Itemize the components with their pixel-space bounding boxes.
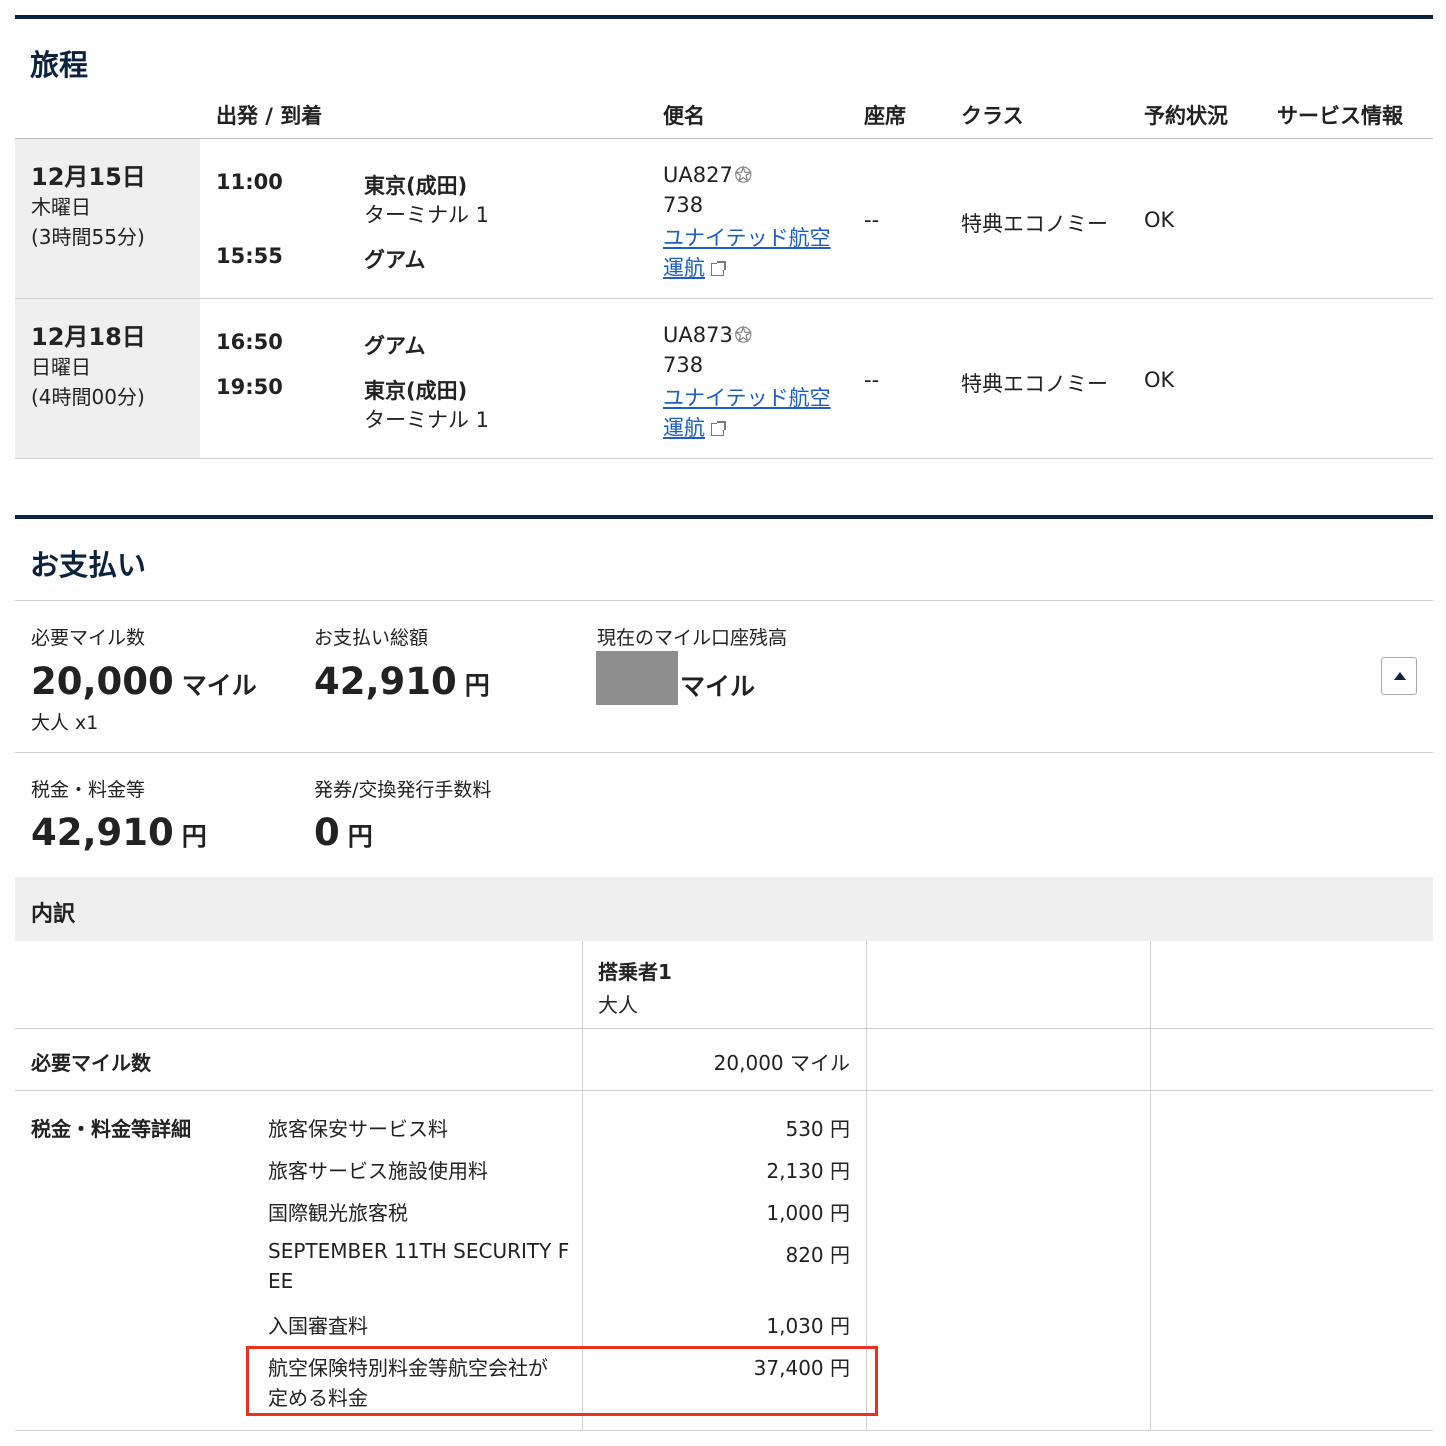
itinerary-title: 旅程 (30, 48, 89, 82)
flight-number-text: UA827 (663, 163, 733, 187)
miles-row-label: 必要マイル数 (31, 1051, 151, 1075)
cabin-class: 特典エコノミー (961, 212, 1108, 236)
star-alliance-icon: ✪ (734, 322, 752, 347)
operator-link-text[interactable]: 運航 (663, 256, 705, 280)
taxes-detail-label: 税金・料金等詳細 (31, 1117, 191, 1141)
total-payment-value: 42,910 円 (314, 660, 490, 703)
star-alliance-icon: ✪ (734, 162, 752, 187)
ticketing-fee-label: 発券/交換発行手数料 (314, 779, 492, 801)
required-miles-unit: マイル (181, 671, 257, 700)
required-miles-label: 必要マイル数 (31, 627, 146, 649)
row-divider (15, 298, 1433, 299)
required-miles-number: 20,000 (31, 660, 174, 703)
arrival-time: 15:55 (216, 244, 283, 268)
breakdown-divider (15, 1028, 1433, 1029)
flight-number: UA873 ✪ (663, 322, 752, 347)
departure-city: グアム (364, 334, 426, 358)
total-payment-unit: 円 (464, 671, 490, 700)
operator-link-text[interactable]: 運航 (663, 416, 705, 440)
aircraft-type: 738 (663, 193, 704, 217)
required-miles-value: 20,000 マイル (31, 660, 257, 703)
arrival-time: 19:50 (216, 375, 283, 399)
operator-link[interactable]: ユナイテッド航空 (663, 222, 831, 252)
fee-item-name: 旅客保安サービス料 (268, 1117, 448, 1141)
aircraft-type: 738 (663, 353, 704, 377)
taxes-fees-number: 42,910 (31, 811, 174, 854)
total-payment-label: お支払い総額 (314, 627, 429, 649)
departure-time: 16:50 (216, 330, 283, 354)
breakdown-header-bar (15, 877, 1433, 941)
mile-balance-label: 現在のマイル口座残高 (597, 627, 788, 649)
breakdown-divider (15, 1090, 1433, 1091)
header-divider (15, 138, 1433, 139)
departure-time: 11:00 (216, 170, 283, 194)
fee-item-amount: 1,000 円 (766, 1201, 850, 1225)
passenger-type: 大人 (598, 993, 638, 1017)
column-divider (1150, 941, 1151, 1431)
flight-duration: (4時間00分) (31, 385, 145, 409)
mile-balance-unit: マイル (680, 672, 756, 701)
fee-item-name: SEPTEMBER 11TH SECURITY F (268, 1239, 570, 1263)
external-link-icon (711, 261, 726, 276)
fee-item-amount: 820 円 (785, 1243, 850, 1267)
breakdown-title: 内訳 (31, 902, 76, 927)
fee-item-name-cont: EE (268, 1269, 294, 1293)
operator-link-line2[interactable]: 運航 (663, 412, 726, 442)
payment-top-rule (15, 515, 1433, 519)
itinerary-top-rule (15, 15, 1433, 19)
passenger-header: 搭乗者1 (598, 960, 672, 984)
operator-link-line2[interactable]: 運航 (663, 252, 726, 282)
external-link-icon (711, 421, 726, 436)
total-payment-number: 42,910 (314, 660, 457, 703)
flight-date: 12月18日 (31, 323, 146, 351)
flight-weekday: 木曜日 (31, 195, 91, 219)
flight-duration: (3時間55分) (31, 225, 145, 249)
header-status: 予約状況 (1144, 104, 1228, 128)
ticketing-fee-value: 0円 (314, 811, 373, 854)
seat-value: -- (864, 208, 880, 232)
fee-item-name: 旅客サービス施設使用料 (268, 1159, 488, 1183)
header-dep-arr: 出発 / 到着 (216, 104, 323, 128)
operator-link[interactable]: ユナイテッド航空 (663, 382, 831, 412)
arrival-city: 東京(成田) (364, 379, 468, 403)
header-flight: 便名 (663, 104, 705, 128)
highlight-box (246, 1346, 878, 1416)
flight-number-text: UA873 (663, 323, 733, 347)
payment-title: お支払い (30, 548, 147, 582)
taxes-fees-unit: 円 (181, 822, 207, 851)
ticketing-fee-number: 0 (314, 811, 340, 854)
taxes-fees-label: 税金・料金等 (31, 779, 146, 801)
payment-divider (15, 752, 1433, 753)
booking-status: OK (1144, 368, 1175, 392)
header-class: クラス (961, 104, 1024, 128)
ticketing-fee-unit: 円 (347, 822, 373, 851)
flight-number: UA827 ✪ (663, 162, 752, 187)
breakdown-bottom-divider (15, 1430, 1433, 1431)
passenger-count: 大人 x1 (31, 712, 99, 734)
fee-item-name: 国際観光旅客税 (268, 1201, 408, 1225)
fee-item-amount: 1,030 円 (766, 1314, 850, 1338)
taxes-fees-value: 42,910 円 (31, 811, 207, 854)
arrival-city: グアム (364, 248, 426, 272)
fee-item-amount: 530 円 (785, 1117, 850, 1141)
payment-divider (15, 600, 1433, 601)
flight-weekday: 日曜日 (31, 355, 91, 379)
seat-value: -- (864, 368, 880, 392)
flight-date: 12月15日 (31, 163, 146, 191)
fee-item-name: 入国審査料 (268, 1314, 368, 1338)
header-seat: 座席 (864, 104, 906, 128)
departure-terminal: ターミナル 1 (364, 203, 490, 227)
booking-status: OK (1144, 208, 1175, 232)
cabin-class: 特典エコノミー (961, 372, 1108, 396)
fee-item-amount: 2,130 円 (766, 1159, 850, 1183)
redacted-balance (596, 651, 678, 705)
departure-city: 東京(成田) (364, 174, 468, 198)
header-service: サービス情報 (1277, 104, 1403, 128)
arrival-terminal: ターミナル 1 (364, 408, 490, 432)
row-divider (15, 458, 1433, 459)
collapse-up-button[interactable] (1381, 657, 1417, 695)
miles-row-value: 20,000 マイル (713, 1051, 850, 1075)
